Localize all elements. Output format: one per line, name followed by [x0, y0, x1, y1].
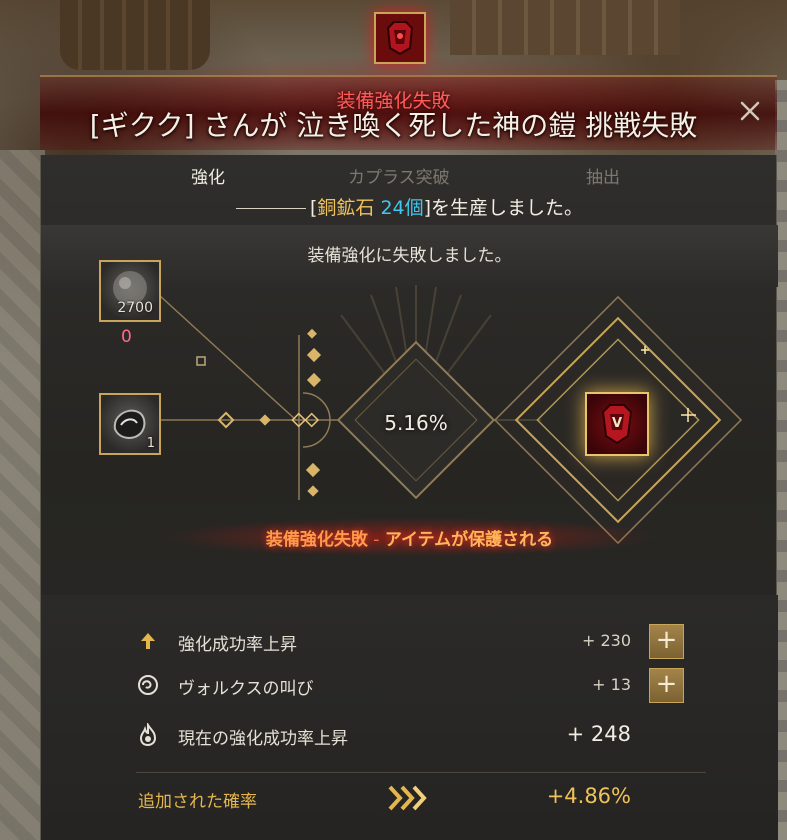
enhance-status: 装備強化失敗 - アイテムが保護される — [41, 525, 778, 550]
ore-quantity: 2700 — [117, 300, 153, 316]
message-underline — [235, 208, 306, 209]
status-sub: アイテムが保護される — [384, 530, 554, 550]
bonus-row-current-rate: 現在の強化成功率上昇 + 248 — [136, 719, 736, 753]
black-stone-slot[interactable]: 2700 — [99, 260, 161, 322]
enhance-level-label: V — [612, 416, 622, 431]
flame-icon — [136, 723, 160, 747]
success-chance: 5.16% — [384, 411, 448, 435]
bonus-value: + 13 — [592, 675, 631, 694]
chevron-right-icon — [386, 783, 436, 813]
bonus-label: ヴォルクスの叫び — [178, 679, 314, 699]
arrow-up-icon — [136, 629, 160, 653]
status-dash: - — [367, 530, 385, 550]
bonus-section: 強化成功率上昇 + 230 + ヴォルクスの叫び + 13 + 現在の強化成功率… — [41, 595, 778, 840]
armor-item-icon — [374, 12, 426, 64]
bonus-row-valks-cry: ヴォルクスの叫び + 13 + — [136, 668, 736, 703]
stone-quantity: 1 — [146, 436, 155, 451]
tab-extract[interactable]: 抽出 — [586, 163, 620, 188]
armor-icon: V — [601, 404, 633, 445]
bonus-value: + 230 — [581, 631, 631, 650]
bonus-row-success-rate: 強化成功率上昇 + 230 + — [136, 624, 736, 659]
tab-caphras-breakthrough[interactable]: カプラス突破 — [348, 163, 450, 188]
status-main: 装備強化失敗 — [265, 530, 368, 550]
background-wall-left — [0, 150, 45, 840]
close-icon[interactable] — [735, 96, 765, 126]
add-valks-cry-button[interactable]: + — [649, 668, 684, 703]
bonus-value: + 248 — [566, 722, 631, 746]
bonus-label: 現在の強化成功率上昇 — [178, 729, 348, 749]
material-slot[interactable]: 1 — [99, 393, 161, 455]
ore-owned-count: 0 — [121, 327, 132, 347]
added-chance-label: 追加された確率 — [138, 792, 257, 812]
add-success-rate-button[interactable]: + — [649, 624, 684, 659]
tab-enhance[interactable]: 強化 — [191, 163, 225, 188]
enhancement-panel: 強化 カプラス突破 抽出 [銅鉱石 24個]を生産しました。 装備強化に失敗しま… — [40, 155, 778, 840]
banner-title: [ギクク] さんが 泣き喚く死した神の鎧 挑戦失敗 — [89, 109, 698, 142]
bonus-divider — [136, 772, 706, 773]
target-equipment-slot[interactable]: V — [585, 392, 649, 456]
spiral-icon — [136, 673, 160, 697]
bonus-label: 強化成功率上昇 — [178, 635, 297, 655]
added-chance-value: +4.86% — [546, 784, 631, 808]
tab-bar: 強化 カプラス突破 抽出 — [41, 155, 778, 191]
background-crate — [450, 0, 680, 55]
